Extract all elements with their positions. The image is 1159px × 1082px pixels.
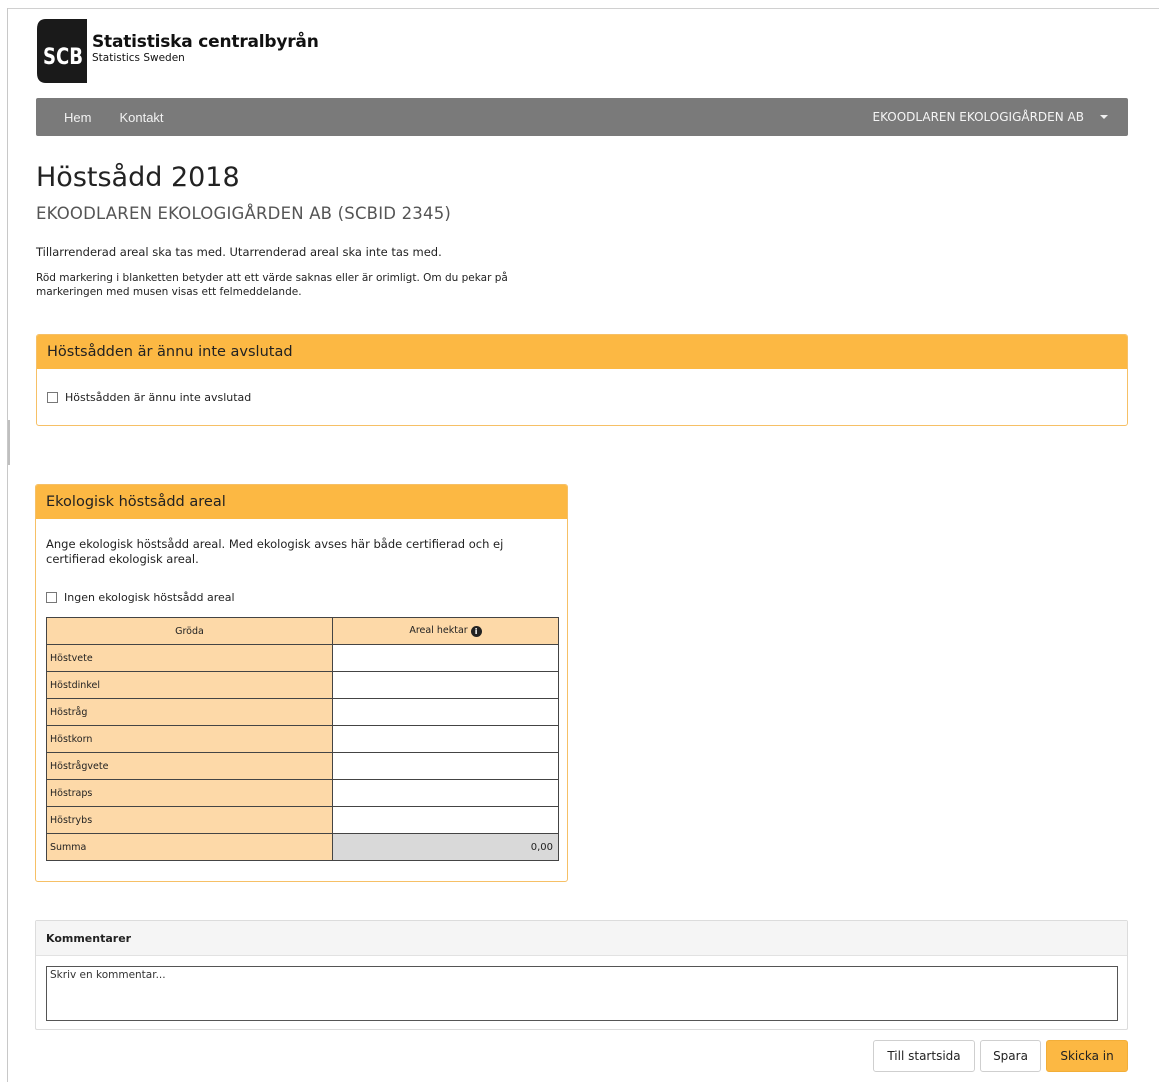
window-left-mark [8,420,10,465]
user-menu-dropdown[interactable]: EKOODLAREN EKOLOGIGÅRDEN AB [872,98,1108,136]
area-input-hostkorn[interactable] [332,725,559,753]
area-input-hostrybs[interactable] [332,806,559,834]
unfinished-checkbox-label: Höstsådden är ännu inte avslutad [65,391,252,404]
organic-description: Ange ekologisk höstsådd areal. Med ekolo… [46,537,504,566]
area-input-hostdinkel[interactable] [332,671,559,699]
area-input-hostragvete[interactable] [332,752,559,780]
till-startsida-button[interactable]: Till startsida [873,1040,975,1072]
scb-logo[interactable]: SCB Statistiska centralbyrån Statistics … [36,15,319,87]
crop-label: Höstråg [46,698,333,726]
sum-value: 0,00 [332,833,559,861]
sum-row: Summa 0,00 [46,833,559,861]
no-organic-checkbox-label: Ingen ekologisk höstsådd areal [64,591,235,604]
crop-label: Höstrybs [46,806,333,834]
comments-panel: Kommentarer [35,920,1128,1030]
unfinished-checkbox-row[interactable]: Höstsådden är ännu inte avslutad [47,391,251,404]
sum-label: Summa [46,833,333,861]
panel-organic-acreage: Ekologisk höstsådd areal Ange ekologisk … [35,484,568,882]
table-row: Höstrågvete [46,752,559,780]
comments-heading: Kommentarer [36,921,1127,956]
panel-unfinished: Höstsådden är ännu inte avslutad Höstsåd… [36,334,1128,426]
user-menu-label: EKOODLAREN EKOLOGIGÅRDEN AB [872,110,1085,124]
table-row: Höstrybs [46,806,559,834]
logo-mark-text: SCB [43,45,83,70]
nav-link-kontakt[interactable]: Kontakt [105,110,177,125]
panel-organic-heading: Ekologisk höstsådd areal [36,485,567,519]
column-header-area: Areal hektar i [332,617,559,645]
crop-label: Höstkorn [46,725,333,753]
table-row: Höstdinkel [46,671,559,699]
nav-link-hem[interactable]: Hem [50,110,105,125]
table-row: Höstkorn [46,725,559,753]
table-row: Höstråg [46,698,559,726]
submit-button[interactable]: Skicka in [1046,1040,1128,1072]
organic-acreage-table: Gröda Areal hektar i Höstvete Höstdinkel … [46,617,559,861]
window-left-border [7,8,8,1082]
brand-name: Statistiska centralbyrån [92,31,319,52]
no-organic-checkbox-row[interactable]: Ingen ekologisk höstsådd areal [46,591,235,604]
intro-text-2: Röd markering i blanketten betyder att e… [36,272,508,298]
intro-text-1: Tillarrenderad areal ska tas med. Utarre… [36,245,442,259]
window-top-border [7,8,1159,9]
table-row: Höstvete [46,644,559,672]
info-icon[interactable]: i [470,626,482,637]
save-button[interactable]: Spara [980,1040,1041,1072]
page-title: Höstsådd 2018 [36,162,240,193]
crop-label: Höstvete [46,644,333,672]
crop-label: Höstraps [46,779,333,807]
comment-textarea[interactable] [46,966,1118,1021]
unfinished-checkbox[interactable] [47,392,58,403]
main-navbar: Hem Kontakt EKOODLAREN EKOLOGIGÅRDEN AB [36,98,1128,136]
caret-down-icon [1100,115,1108,119]
brand-tagline: Statistics Sweden [92,51,185,64]
scb-logo-icon: SCB [36,15,87,87]
table-row: Höstraps [46,779,559,807]
area-input-hostrag[interactable] [332,698,559,726]
no-organic-checkbox[interactable] [46,592,57,603]
crop-label: Höstdinkel [46,671,333,699]
crop-label: Höstrågvete [46,752,333,780]
area-input-hostvete[interactable] [332,644,559,672]
panel-unfinished-heading: Höstsådden är ännu inte avslutad [37,335,1127,369]
page-subtitle: EKOODLAREN EKOLOGIGÅRDEN AB (SCBID 2345) [36,204,452,223]
column-header-crop: Gröda [46,617,333,645]
area-input-hostraps[interactable] [332,779,559,807]
